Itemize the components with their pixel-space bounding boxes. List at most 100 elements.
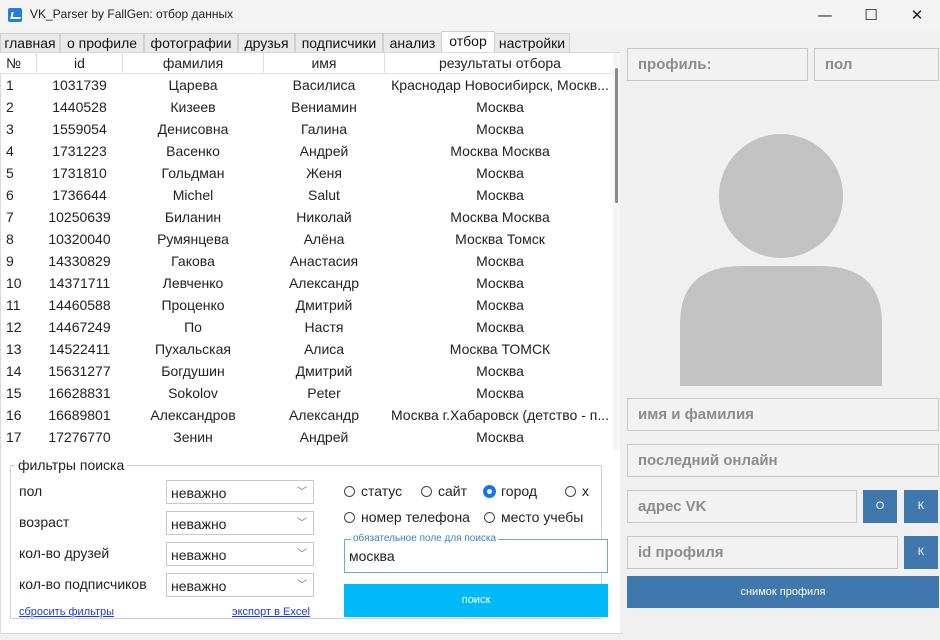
tab-settings[interactable]: настройки	[494, 33, 570, 54]
cell-surname: Денисовна	[157, 121, 229, 137]
tab-photos[interactable]: фотографии	[144, 33, 238, 54]
radio-label: город	[501, 483, 538, 499]
cell-name: Анастасия	[289, 253, 359, 269]
cell-number: 9	[6, 253, 14, 269]
age-select[interactable]: неважно ﹀	[166, 511, 314, 535]
window-title: VK_Parser by FallGen: отбор данных	[30, 7, 234, 21]
avatar-placeholder-icon	[680, 134, 882, 386]
table-row[interactable]: 11 14460588 Проценко Дмитрий Москва	[0, 294, 616, 316]
maximize-button[interactable]: ☐	[848, 0, 894, 30]
table-row[interactable]: 1 1031739 Царева Василиса Краснодар Новосиби…	[0, 74, 616, 97]
cell-name: Настя	[304, 319, 344, 335]
radio-status[interactable]: статус	[344, 483, 402, 499]
column-header-id[interactable]: id	[36, 53, 123, 74]
table-row[interactable]: 16 16689801 Александров Александр Москва г.Х…	[0, 404, 616, 426]
cell-name: Андрей	[299, 143, 349, 159]
table-row[interactable]: 9 14330829 Гакова Анастасия Москва	[0, 250, 616, 272]
table-row[interactable]: 3 1559054 Денисовна Галина Москва	[0, 118, 616, 140]
cell-name: Вениамин	[291, 99, 357, 115]
vk-address-input[interactable]: адрес VK	[627, 490, 857, 523]
radio-x[interactable]: х	[565, 483, 589, 499]
export-excel-link[interactable]: экспорт в Excel	[232, 606, 310, 618]
radio-indicator	[484, 486, 495, 497]
cell-results: Москва	[476, 253, 524, 269]
cell-results: Москва	[476, 187, 524, 203]
cell-results: Москва Москва	[450, 209, 550, 225]
search-button[interactable]: поиск	[344, 584, 608, 617]
cell-surname: Александров	[150, 407, 236, 423]
radio-phone[interactable]: номер телефона	[344, 509, 470, 525]
cell-name: Дмитрий	[295, 297, 353, 313]
scrollbar-thumb[interactable]	[615, 68, 618, 203]
table-row[interactable]: 15 16628831 Sokolov Peter Москва	[0, 382, 616, 404]
app-icon	[8, 8, 22, 22]
table-row[interactable]: 13 14522411 Пухальская Алиса Москва ТОМСК	[0, 338, 616, 360]
cell-surname: Пухальская	[155, 341, 231, 357]
minimize-button[interactable]: —	[802, 0, 848, 30]
required-search-input[interactable]: москва	[349, 548, 395, 564]
cell-surname: Румянцева	[157, 231, 229, 247]
tab-friends[interactable]: друзья	[238, 33, 295, 54]
tab-analysis[interactable]: анализ	[383, 33, 442, 54]
table-row[interactable]: 17 17276770 Зенин Андрей Москва	[0, 426, 616, 448]
radio-indicator	[344, 512, 355, 523]
cell-number: 7	[6, 209, 14, 225]
cell-surname: Царева	[168, 77, 218, 93]
cell-name: Николай	[296, 209, 352, 225]
cell-surname: Биланин	[164, 209, 222, 225]
table-row[interactable]: 4 1731223 Васенко Андрей Москва Москва	[0, 140, 616, 162]
radio-city[interactable]: город	[484, 483, 537, 499]
tab-selection[interactable]: отбор	[441, 31, 495, 54]
cell-results: Краснодар Новосибирск, Москв...	[391, 77, 609, 93]
cell-id: 1736644	[52, 187, 107, 203]
followers-count-select[interactable]: неважно ﹀	[166, 573, 314, 597]
cell-results: Москва	[476, 99, 524, 115]
cell-surname: Michel	[172, 187, 214, 203]
radio-site[interactable]: сайт	[421, 483, 467, 499]
reset-filters-link[interactable]: сбросить фильтры	[19, 606, 114, 618]
chevron-down-icon: ﹀	[297, 487, 307, 498]
profile-snapshot-button[interactable]: снимок профиля	[627, 576, 939, 608]
close-button[interactable]: ✕	[894, 0, 940, 30]
cell-name: Дмитрий	[295, 363, 353, 379]
friends-count-select[interactable]: неважно ﹀	[166, 542, 314, 566]
required-search-field[interactable]: обязательное поле для поиска москва	[344, 533, 608, 573]
column-header-results[interactable]: результаты отбора	[384, 53, 616, 74]
table-row[interactable]: 10 14371711 Левченко Александр Москва	[0, 272, 616, 294]
column-header-number[interactable]: №	[0, 53, 37, 74]
filter-label-followers: кол-во подписчиков	[19, 576, 147, 592]
profile-id-input[interactable]: id профиля	[627, 536, 898, 569]
table-row[interactable]: 8 10320040 Румянцева Алёна Москва Томск	[0, 228, 616, 250]
table-row[interactable]: 14 15631277 Богдушин Дмитрий Москва	[0, 360, 616, 382]
cell-results: Москва г.Хабаровск (детство - п...	[390, 407, 610, 423]
table-row[interactable]: 7 10250639 Биланин Николай Москва Москва	[0, 206, 616, 228]
cell-number: 15	[6, 385, 22, 401]
table-row[interactable]: 6 1736644 Michel Salut Москва	[0, 184, 616, 206]
tab-main[interactable]: главная	[0, 33, 60, 54]
column-header-name[interactable]: имя	[263, 53, 385, 74]
radio-education[interactable]: место учебы	[484, 509, 583, 525]
tab-followers[interactable]: подписчики	[295, 33, 383, 54]
table-row[interactable]: 12 14467249 По Настя Москва	[0, 316, 616, 338]
gender-select[interactable]: неважно ﹀	[166, 480, 314, 504]
cell-surname: Левченко	[162, 275, 224, 291]
cell-number: 1	[6, 77, 14, 93]
cell-results: Москва	[476, 297, 524, 313]
chevron-down-icon: ﹀	[297, 518, 307, 529]
column-header-surname[interactable]: фамилия	[122, 53, 264, 74]
cell-surname: Богдушин	[161, 363, 225, 379]
cell-id: 1440528	[52, 99, 107, 115]
cell-results: Москва	[476, 165, 524, 181]
tab-profile[interactable]: о профиле	[60, 33, 144, 54]
open-address-button[interactable]: О	[863, 490, 897, 523]
cell-id: 1559054	[52, 121, 107, 137]
table-row[interactable]: 5 1731810 Гольдман Женя Москва	[0, 162, 616, 184]
copy-address-button[interactable]: К	[904, 490, 938, 523]
cell-name: Александр	[288, 407, 360, 423]
copy-id-button[interactable]: К	[904, 536, 938, 569]
filter-label-friends: кол-во друзей	[19, 545, 110, 561]
chevron-down-icon: ﹀	[297, 580, 307, 591]
table-row[interactable]: 2 1440528 Кизеев Вениамин Москва	[0, 96, 616, 118]
cell-surname: Гакова	[171, 253, 215, 269]
table-scrollbar[interactable]	[613, 53, 620, 450]
